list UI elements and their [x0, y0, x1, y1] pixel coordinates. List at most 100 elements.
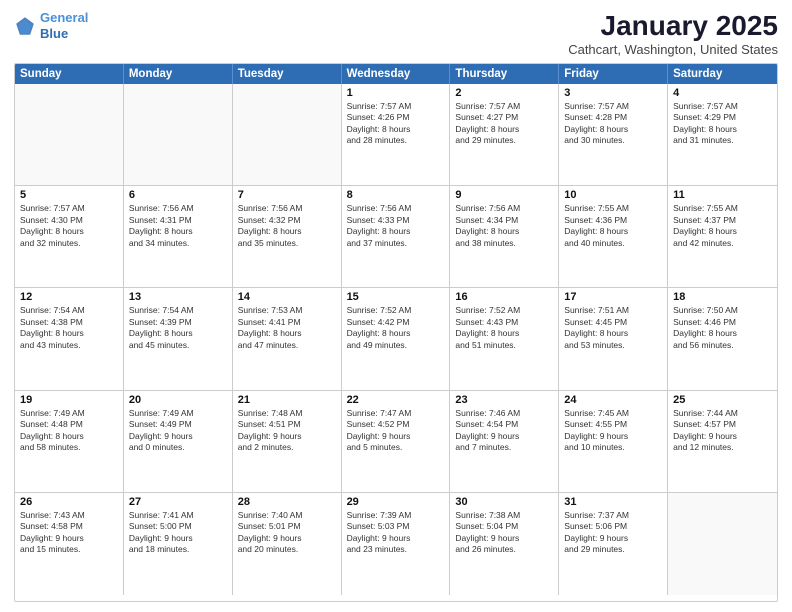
day-cell-16: 16Sunrise: 7:52 AM Sunset: 4:43 PM Dayli…	[450, 288, 559, 389]
day-info: Sunrise: 7:57 AM Sunset: 4:29 PM Dayligh…	[673, 101, 772, 147]
header-day-thursday: Thursday	[450, 64, 559, 84]
header-day-friday: Friday	[559, 64, 668, 84]
day-info: Sunrise: 7:56 AM Sunset: 4:31 PM Dayligh…	[129, 203, 227, 249]
day-info: Sunrise: 7:47 AM Sunset: 4:52 PM Dayligh…	[347, 408, 445, 454]
day-info: Sunrise: 7:57 AM Sunset: 4:26 PM Dayligh…	[347, 101, 445, 147]
header-day-sunday: Sunday	[15, 64, 124, 84]
day-number: 11	[673, 189, 772, 201]
day-info: Sunrise: 7:41 AM Sunset: 5:00 PM Dayligh…	[129, 510, 227, 556]
day-number: 3	[564, 87, 662, 99]
calendar-row-1: 1Sunrise: 7:57 AM Sunset: 4:26 PM Daylig…	[15, 84, 777, 186]
day-number: 21	[238, 394, 336, 406]
logo-icon	[14, 15, 36, 37]
day-info: Sunrise: 7:56 AM Sunset: 4:32 PM Dayligh…	[238, 203, 336, 249]
day-number: 18	[673, 291, 772, 303]
day-cell-10: 10 Sunrise: 7:55 AM Sunset: 4:36 PM Dayli…	[559, 186, 668, 287]
day-cell-24: 24 Sunrise: 7:45 AM Sunset: 4:55 PM Dayli…	[559, 391, 668, 492]
day-cell-17: 17 Sunrise: 7:51 AM Sunset: 4:45 PM Dayli…	[559, 288, 668, 389]
day-number: 10	[564, 189, 662, 201]
day-info: Sunrise: 7:43 AM Sunset: 4:58 PM Dayligh…	[20, 510, 118, 556]
day-info: Sunrise: 7:56 AM Sunset: 4:34 PM Dayligh…	[455, 203, 553, 249]
day-number: 29	[347, 496, 445, 508]
day-cell-21: 21 Sunrise: 7:48 AM Sunset: 4:51 PM Dayli…	[233, 391, 342, 492]
header-day-wednesday: Wednesday	[342, 64, 451, 84]
day-info: Sunrise: 7:45 AM Sunset: 4:55 PM Dayligh…	[564, 408, 662, 454]
day-cell-9: 9 Sunrise: 7:56 AM Sunset: 4:34 PM Daylig…	[450, 186, 559, 287]
header-day-saturday: Saturday	[668, 64, 777, 84]
day-number: 2	[455, 87, 553, 99]
day-number: 22	[347, 394, 445, 406]
day-info: Sunrise: 7:52 AM Sunset: 4:42 PM Dayligh…	[347, 305, 445, 351]
day-number: 19	[20, 394, 118, 406]
day-cell-11: 11 Sunrise: 7:55 AM Sunset: 4:37 PM Dayli…	[668, 186, 777, 287]
day-cell-3: 3 Sunrise: 7:57 AM Sunset: 4:28 PM Daylig…	[559, 84, 668, 185]
day-info: Sunrise: 7:50 AM Sunset: 4:46 PM Dayligh…	[673, 305, 772, 351]
day-info: Sunrise: 7:39 AM Sunset: 5:03 PM Dayligh…	[347, 510, 445, 556]
day-cell-19: 19 Sunrise: 7:49 AM Sunset: 4:48 PM Dayli…	[15, 391, 124, 492]
day-info: Sunrise: 7:56 AM Sunset: 4:33 PM Dayligh…	[347, 203, 445, 249]
empty-cell	[15, 84, 124, 185]
day-number: 14	[238, 291, 336, 303]
empty-cell	[668, 493, 777, 595]
day-number: 30	[455, 496, 553, 508]
day-number: 5	[20, 189, 118, 201]
day-info: Sunrise: 7:51 AM Sunset: 4:45 PM Dayligh…	[564, 305, 662, 351]
day-cell-6: 6 Sunrise: 7:56 AM Sunset: 4:31 PM Daylig…	[124, 186, 233, 287]
location: Cathcart, Washington, United States	[568, 42, 778, 57]
day-cell-5: 5 Sunrise: 7:57 AM Sunset: 4:30 PM Daylig…	[15, 186, 124, 287]
day-number: 6	[129, 189, 227, 201]
day-number: 12	[20, 291, 118, 303]
logo-text: General Blue	[40, 10, 88, 41]
day-info: Sunrise: 7:57 AM Sunset: 4:30 PM Dayligh…	[20, 203, 118, 249]
calendar-row-5: 26Sunrise: 7:43 AM Sunset: 4:58 PM Dayli…	[15, 493, 777, 595]
day-cell-12: 12Sunrise: 7:54 AM Sunset: 4:38 PM Dayli…	[15, 288, 124, 389]
title-area: January 2025 Cathcart, Washington, Unite…	[568, 10, 778, 57]
calendar-row-2: 5 Sunrise: 7:57 AM Sunset: 4:30 PM Daylig…	[15, 186, 777, 288]
day-info: Sunrise: 7:57 AM Sunset: 4:27 PM Dayligh…	[455, 101, 553, 147]
day-number: 24	[564, 394, 662, 406]
day-cell-15: 15 Sunrise: 7:52 AM Sunset: 4:42 PM Dayli…	[342, 288, 451, 389]
day-cell-23: 23Sunrise: 7:46 AM Sunset: 4:54 PM Dayli…	[450, 391, 559, 492]
day-number: 20	[129, 394, 227, 406]
day-number: 31	[564, 496, 662, 508]
day-number: 8	[347, 189, 445, 201]
day-cell-22: 22 Sunrise: 7:47 AM Sunset: 4:52 PM Dayli…	[342, 391, 451, 492]
day-info: Sunrise: 7:38 AM Sunset: 5:04 PM Dayligh…	[455, 510, 553, 556]
day-info: Sunrise: 7:54 AM Sunset: 4:39 PM Dayligh…	[129, 305, 227, 351]
day-number: 17	[564, 291, 662, 303]
calendar-body: 1Sunrise: 7:57 AM Sunset: 4:26 PM Daylig…	[15, 84, 777, 595]
day-info: Sunrise: 7:48 AM Sunset: 4:51 PM Dayligh…	[238, 408, 336, 454]
day-info: Sunrise: 7:49 AM Sunset: 4:49 PM Dayligh…	[129, 408, 227, 454]
day-cell-14: 14 Sunrise: 7:53 AM Sunset: 4:41 PM Dayli…	[233, 288, 342, 389]
day-number: 9	[455, 189, 553, 201]
empty-cell	[233, 84, 342, 185]
calendar-row-4: 19 Sunrise: 7:49 AM Sunset: 4:48 PM Dayli…	[15, 391, 777, 493]
day-info: Sunrise: 7:53 AM Sunset: 4:41 PM Dayligh…	[238, 305, 336, 351]
day-info: Sunrise: 7:46 AM Sunset: 4:54 PM Dayligh…	[455, 408, 553, 454]
header-day-monday: Monday	[124, 64, 233, 84]
day-info: Sunrise: 7:44 AM Sunset: 4:57 PM Dayligh…	[673, 408, 772, 454]
day-info: Sunrise: 7:37 AM Sunset: 5:06 PM Dayligh…	[564, 510, 662, 556]
page: General Blue January 2025 Cathcart, Wash…	[0, 0, 792, 612]
day-info: Sunrise: 7:55 AM Sunset: 4:36 PM Dayligh…	[564, 203, 662, 249]
day-cell-13: 13Sunrise: 7:54 AM Sunset: 4:39 PM Dayli…	[124, 288, 233, 389]
day-cell-29: 29 Sunrise: 7:39 AM Sunset: 5:03 PM Dayli…	[342, 493, 451, 595]
day-cell-26: 26Sunrise: 7:43 AM Sunset: 4:58 PM Dayli…	[15, 493, 124, 595]
day-number: 16	[455, 291, 553, 303]
calendar: SundayMondayTuesdayWednesdayThursdayFrid…	[14, 63, 778, 602]
calendar-header: SundayMondayTuesdayWednesdayThursdayFrid…	[15, 64, 777, 84]
day-cell-30: 30 Sunrise: 7:38 AM Sunset: 5:04 PM Dayli…	[450, 493, 559, 595]
day-info: Sunrise: 7:57 AM Sunset: 4:28 PM Dayligh…	[564, 101, 662, 147]
day-cell-31: 31 Sunrise: 7:37 AM Sunset: 5:06 PM Dayli…	[559, 493, 668, 595]
day-info: Sunrise: 7:49 AM Sunset: 4:48 PM Dayligh…	[20, 408, 118, 454]
day-cell-7: 7Sunrise: 7:56 AM Sunset: 4:32 PM Daylig…	[233, 186, 342, 287]
calendar-row-3: 12Sunrise: 7:54 AM Sunset: 4:38 PM Dayli…	[15, 288, 777, 390]
month-title: January 2025	[568, 10, 778, 42]
day-number: 28	[238, 496, 336, 508]
day-info: Sunrise: 7:55 AM Sunset: 4:37 PM Dayligh…	[673, 203, 772, 249]
header: General Blue January 2025 Cathcart, Wash…	[14, 10, 778, 57]
logo: General Blue	[14, 10, 88, 41]
day-cell-2: 2 Sunrise: 7:57 AM Sunset: 4:27 PM Daylig…	[450, 84, 559, 185]
day-cell-1: 1Sunrise: 7:57 AM Sunset: 4:26 PM Daylig…	[342, 84, 451, 185]
day-number: 15	[347, 291, 445, 303]
